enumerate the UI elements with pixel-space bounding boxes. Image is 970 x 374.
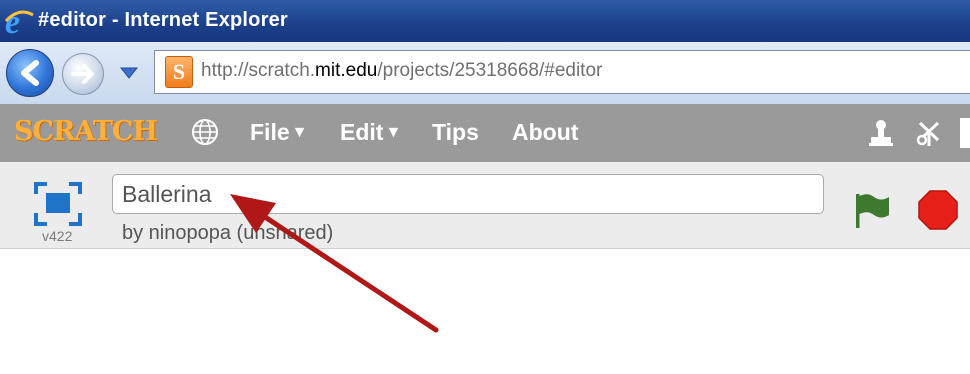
window-title: #editor - Internet Explorer: [38, 9, 288, 31]
project-title-input[interactable]: [112, 174, 824, 214]
scratch-menubar: SCRATCH File ▼ Edit ▼ Tips About: [0, 104, 970, 162]
url-host: mit.edu: [315, 60, 378, 81]
arrow-left-icon: [21, 60, 39, 86]
green-flag-icon[interactable]: [852, 190, 892, 230]
history-dropdown-icon[interactable]: [120, 66, 138, 80]
menu-file[interactable]: File ▼: [250, 119, 307, 146]
chevron-down-icon: ▼: [291, 124, 308, 141]
language-globe-icon[interactable]: [191, 118, 219, 146]
site-favicon-icon: S: [165, 56, 193, 88]
browser-toolbar: S http://scratch.mit.edu/projects/253186…: [0, 42, 970, 104]
address-bar[interactable]: S http://scratch.mit.edu/projects/253186…: [154, 50, 970, 94]
forward-button[interactable]: [62, 53, 104, 95]
chevron-down-icon: ▼: [385, 124, 402, 141]
stage-area[interactable]: [0, 249, 970, 374]
fullscreen-icon[interactable]: [34, 182, 82, 226]
menu-edit[interactable]: Edit ▼: [340, 119, 401, 146]
menu-file-label: File: [250, 119, 290, 145]
back-button[interactable]: [6, 49, 54, 97]
menu-about[interactable]: About: [512, 119, 578, 146]
scissors-cut-icon[interactable]: [914, 118, 944, 148]
version-label: v422: [42, 228, 73, 244]
grow-tool-icon[interactable]: [960, 118, 970, 148]
url-text[interactable]: http://scratch.mit.edu/projects/25318668…: [201, 60, 602, 82]
duplicate-stamp-icon[interactable]: [866, 118, 896, 148]
menu-tips[interactable]: Tips: [432, 119, 479, 146]
arrow-right-icon: [71, 64, 94, 84]
stop-sign-icon[interactable]: [918, 190, 958, 230]
window-title-bar: e #editor - Internet Explorer: [0, 0, 970, 42]
project-header: v422 by ninopopa (unshared): [0, 162, 970, 249]
scratch-logo[interactable]: SCRATCH: [14, 116, 158, 147]
menu-edit-label: Edit: [340, 119, 384, 145]
internet-explorer-icon: e: [4, 5, 34, 37]
url-path: /projects/25318668/#editor: [377, 60, 603, 81]
project-byline: by ninopopa (unshared): [122, 222, 334, 244]
url-prefix: http://scratch.: [201, 60, 316, 81]
